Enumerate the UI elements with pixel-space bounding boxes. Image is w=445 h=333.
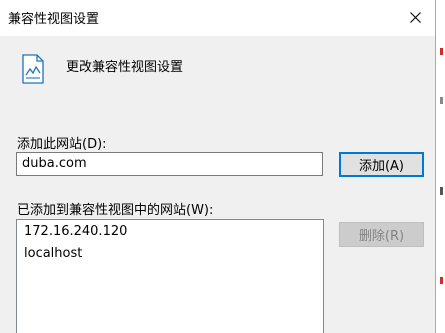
site-list[interactable]: 172.16.240.120 localhost — [16, 219, 324, 333]
add-button[interactable]: 添加(A) — [339, 152, 424, 177]
close-icon — [409, 11, 421, 23]
list-item[interactable]: 172.16.240.120 — [24, 224, 127, 239]
background-fragment — [440, 187, 443, 195]
background-fragment — [440, 48, 443, 55]
dialog-heading: 更改兼容性视图设置 — [66, 60, 184, 75]
add-site-label: 添加此网站(D): — [17, 137, 107, 152]
site-list-label: 已添加到兼容性视图中的网站(W): — [17, 203, 214, 218]
background-fragment — [440, 97, 443, 104]
add-site-input[interactable]: duba.com — [16, 152, 323, 176]
background-fragment — [440, 277, 443, 284]
close-button[interactable] — [400, 4, 430, 30]
remove-button: 删除(R) — [339, 222, 424, 247]
compatibility-view-icon — [22, 54, 44, 84]
title-bar: 兼容性视图设置 — [0, 0, 435, 36]
list-item[interactable]: localhost — [24, 246, 82, 261]
window-title: 兼容性视图设置 — [8, 12, 100, 27]
